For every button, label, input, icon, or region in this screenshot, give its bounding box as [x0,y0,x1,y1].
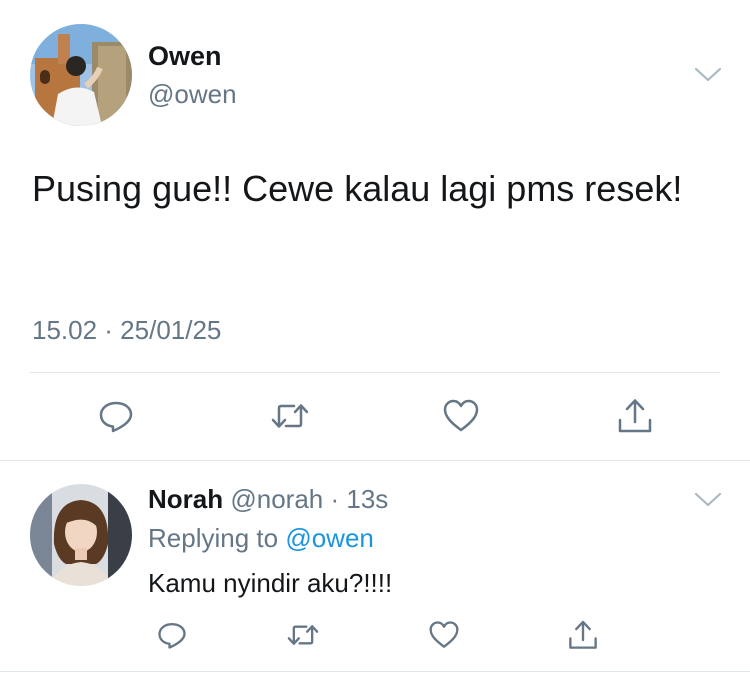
retweet-icon[interactable] [270,398,310,434]
owen-avatar[interactable] [30,24,132,126]
reply-author-handle[interactable]: @norah [230,484,323,514]
norah-avatar[interactable] [30,484,132,586]
chevron-down-icon[interactable] [693,64,723,84]
replying-mention-link[interactable]: @owen [285,523,374,553]
divider [0,460,750,461]
tweet-thread: Owen @owen Pusing gue!! Cewe kalau lagi … [0,0,750,673]
author-handle[interactable]: @owen [148,79,237,110]
reply-time[interactable]: 13s [346,484,388,514]
author-name[interactable]: Owen [148,41,222,72]
separator-dot: · [323,484,347,514]
tweet-timestamp[interactable]: 15.02 · 25/01/25 [32,315,221,346]
replying-label: Replying to [148,523,279,553]
reply-icon[interactable] [98,398,134,434]
tweet-text: Pusing gue!! Cewe kalau lagi pms resek! [32,168,683,209]
share-icon[interactable] [616,396,654,436]
replying-to: Replying to @owen [148,523,374,554]
like-icon[interactable] [442,398,480,434]
share-icon[interactable] [567,618,599,652]
reply-text: Kamu nyindir aku?!!!! [148,568,393,598]
reply-icon[interactable] [157,620,187,650]
reply-author-name[interactable]: Norah [148,484,223,514]
chevron-down-icon[interactable] [693,489,723,509]
like-icon[interactable] [428,620,460,650]
divider [0,671,750,672]
retweet-icon[interactable] [286,620,320,650]
divider [30,372,720,373]
reply-header: Norah @norah · 13s [148,484,388,515]
